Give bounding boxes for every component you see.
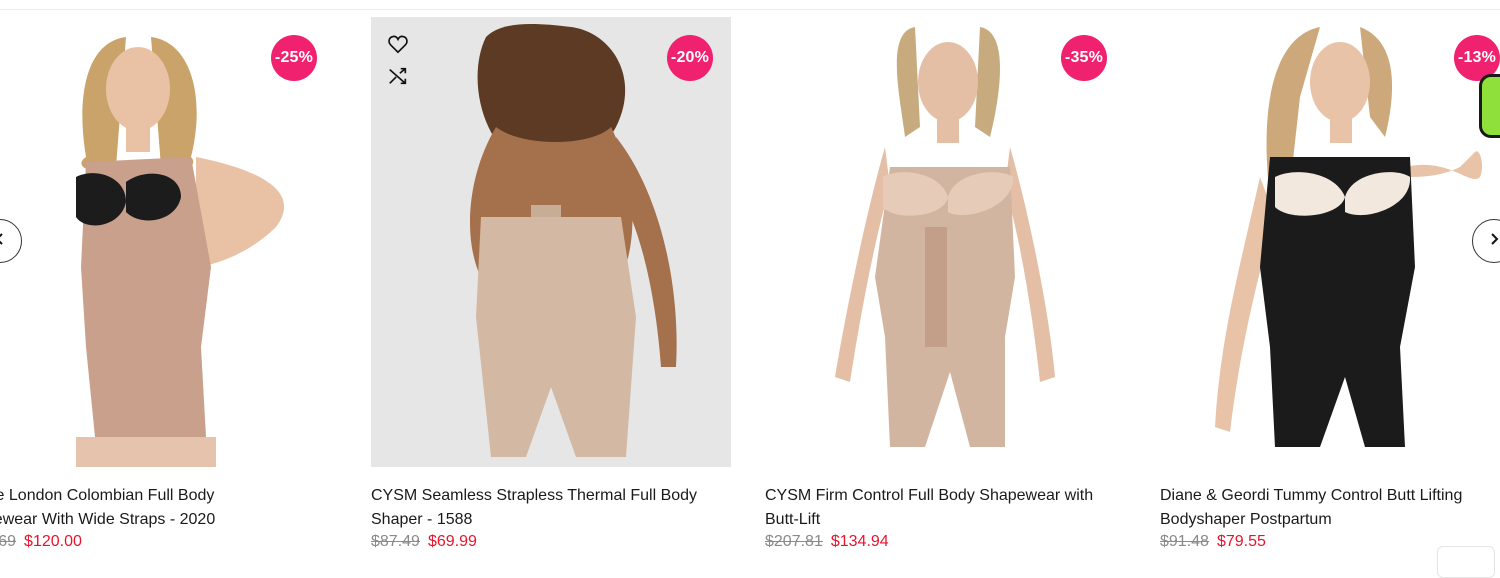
floating-corner-button[interactable] bbox=[1437, 546, 1495, 578]
product-title-line[interactable]: Diane & Geordi Tummy Control Butt Liftin… bbox=[1160, 484, 1500, 508]
price-row: $207.81 $134.94 bbox=[765, 533, 889, 551]
old-price: $87.49 bbox=[371, 533, 420, 550]
discount-badge: -35% bbox=[1061, 35, 1107, 81]
product-image[interactable]: -20% bbox=[371, 17, 731, 467]
product-title-line[interactable]: CYSM Firm Control Full Body Shapewear wi… bbox=[765, 484, 1135, 508]
product-card[interactable]: -35% CYSM Firm Control Full Body Shapewe… bbox=[765, 17, 1125, 565]
product-card[interactable]: -20% CYSM Seamless Strapless Thermal Ful… bbox=[371, 17, 731, 565]
product-title[interactable]: ckie London Colombian Full Body apewear … bbox=[0, 484, 346, 531]
product-image[interactable]: -25% bbox=[0, 17, 336, 467]
product-title[interactable]: CYSM Firm Control Full Body Shapewear wi… bbox=[765, 484, 1135, 531]
floating-widget-tab[interactable] bbox=[1479, 74, 1500, 138]
price-row: 59.69 $120.00 bbox=[0, 533, 82, 551]
product-title-line[interactable]: Shaper - 1588 bbox=[371, 508, 741, 532]
product-title-line[interactable]: Butt-Lift bbox=[765, 508, 1135, 532]
product-image[interactable]: -35% bbox=[765, 17, 1125, 467]
product-title-line[interactable]: apewear With Wide Straps - 2020 bbox=[0, 508, 346, 532]
top-divider bbox=[0, 9, 1500, 10]
sale-price: $79.55 bbox=[1216, 533, 1266, 550]
product-title[interactable]: CYSM Seamless Strapless Thermal Full Bod… bbox=[371, 484, 741, 531]
sale-price: $69.99 bbox=[427, 533, 477, 550]
old-price: $207.81 bbox=[765, 533, 823, 550]
product-title[interactable]: Diane & Geordi Tummy Control Butt Liftin… bbox=[1160, 484, 1500, 531]
product-title-line[interactable]: Bodyshaper Postpartum bbox=[1160, 508, 1500, 532]
shuffle-icon[interactable] bbox=[387, 65, 409, 87]
product-title-line[interactable]: ckie London Colombian Full Body bbox=[0, 484, 346, 508]
sale-price: $120.00 bbox=[24, 533, 82, 550]
old-price: $91.48 bbox=[1160, 533, 1209, 550]
heart-icon[interactable] bbox=[387, 33, 409, 55]
old-price: 59.69 bbox=[0, 533, 17, 550]
chevron-left-icon bbox=[0, 232, 7, 251]
product-card[interactable]: -13% Diane & Geordi Tummy Control Butt L… bbox=[1160, 17, 1500, 565]
discount-badge: -25% bbox=[271, 35, 317, 81]
chevron-right-icon bbox=[1487, 232, 1500, 251]
discount-badge: -20% bbox=[667, 35, 713, 81]
price-row: $91.48 $79.55 bbox=[1160, 533, 1266, 551]
product-title-line[interactable]: CYSM Seamless Strapless Thermal Full Bod… bbox=[371, 484, 741, 508]
product-card[interactable]: -25% ckie London Colombian Full Body ape… bbox=[0, 17, 336, 565]
sale-price: $134.94 bbox=[830, 533, 889, 550]
price-row: $87.49 $69.99 bbox=[371, 533, 477, 551]
product-image[interactable]: -13% bbox=[1160, 17, 1500, 467]
